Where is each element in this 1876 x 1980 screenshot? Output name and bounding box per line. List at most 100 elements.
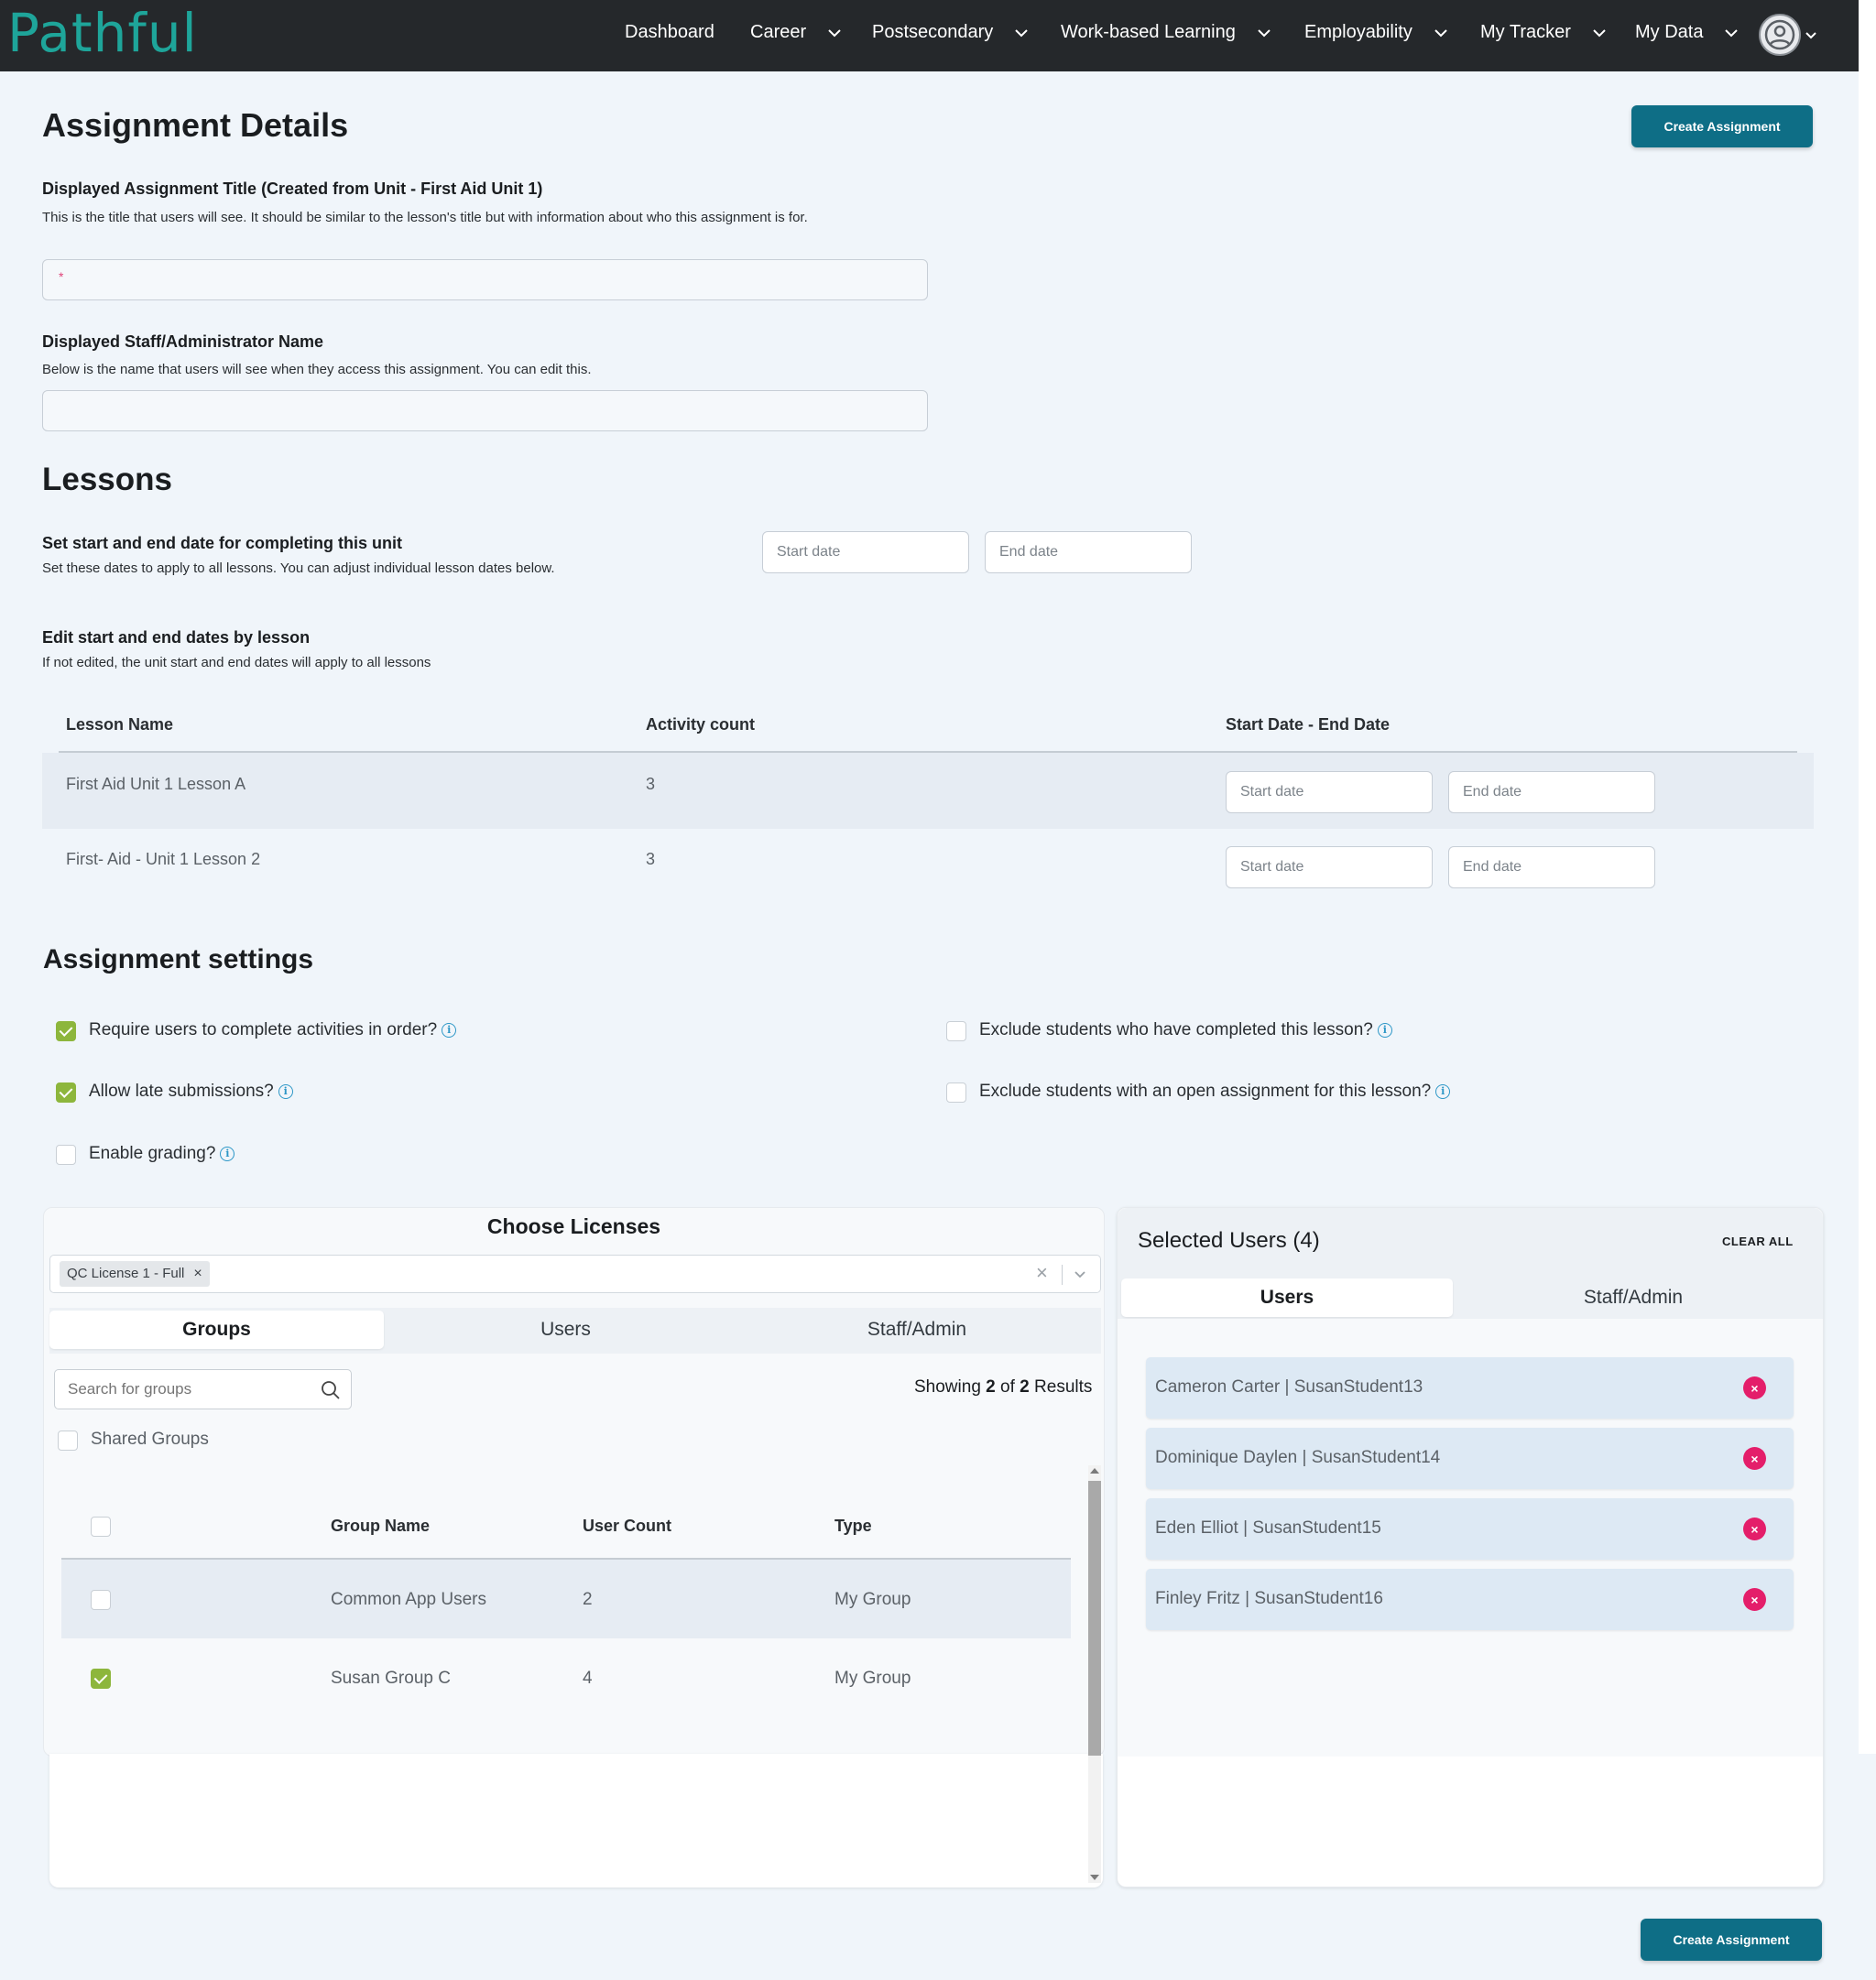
chevron-down-icon (1593, 28, 1606, 37)
selected-user-name: Finley Fritz | SusanStudent16 (1155, 1589, 1383, 1608)
user-avatar[interactable] (1759, 14, 1801, 56)
col-start-end-date: Start Date - End Date (1226, 715, 1391, 734)
shared-groups-checkbox[interactable] (58, 1431, 78, 1451)
clear-select-icon[interactable]: × (1036, 1261, 1048, 1285)
license-chip-label: QC License 1 - Full (67, 1266, 185, 1281)
lesson-end-date-input[interactable]: End date (1448, 846, 1655, 888)
edit-lesson-dates-helper: If not edited, the unit start and end da… (42, 655, 431, 670)
lesson-activity-count: 3 (646, 850, 656, 868)
unit-start-date-input[interactable]: Start date (762, 531, 969, 573)
selected-user-name: Eden Elliot | SusanStudent15 (1155, 1518, 1381, 1538)
info-icon[interactable]: i (1377, 1023, 1392, 1038)
scroll-down-arrow-icon[interactable] (1090, 1875, 1099, 1880)
nav-postsecondary-label: Postsecondary (872, 22, 994, 42)
group-type: My Group (834, 1590, 911, 1609)
results-total-value: 2 (1020, 1377, 1030, 1397)
results-of: of (1000, 1377, 1015, 1397)
lesson-end-date-input[interactable]: End date (1448, 771, 1655, 813)
chevron-down-icon[interactable] (1073, 1267, 1087, 1282)
chevron-down-icon (1258, 28, 1271, 37)
tab-selected-users[interactable]: Users (1121, 1278, 1453, 1317)
top-navbar: Pathful Dashboard Career Postsecondary W… (0, 0, 1859, 71)
page-title: Assignment Details (42, 106, 349, 144)
tab-selected-staff-admin[interactable]: Staff/Admin (1467, 1278, 1799, 1317)
nav-career[interactable]: Career (750, 22, 843, 43)
group-user-count: 2 (583, 1590, 593, 1609)
nav-employability[interactable]: Employability (1304, 22, 1449, 43)
select-all-groups-checkbox[interactable] (91, 1517, 111, 1537)
nav-my-tracker[interactable]: My Tracker (1480, 22, 1608, 43)
pathful-logo[interactable]: Pathful (7, 0, 198, 71)
group-row-checkbox[interactable] (91, 1669, 111, 1689)
lesson-start-date-input[interactable]: Start date (1226, 771, 1433, 813)
staff-name-input[interactable] (42, 390, 928, 431)
selected-user-card: Finley Fritz | SusanStudent16 × (1146, 1569, 1794, 1630)
license-select[interactable]: QC License 1 - Full × × (49, 1255, 1101, 1293)
exclude-open-setting: Exclude students with an open assignment… (979, 1082, 1451, 1102)
col-user-count: User Count (583, 1517, 672, 1535)
group-type: My Group (834, 1669, 911, 1688)
tab-staff-admin[interactable]: Staff/Admin (747, 1311, 1086, 1349)
info-icon[interactable]: i (442, 1023, 457, 1038)
results-showing: Showing (914, 1377, 981, 1397)
tab-users[interactable]: Users (398, 1311, 733, 1349)
nav-postsecondary[interactable]: Postsecondary (872, 22, 1030, 43)
chevron-down-icon (1434, 28, 1447, 37)
nav-my-tracker-label: My Tracker (1480, 22, 1571, 42)
group-search-box[interactable] (54, 1369, 352, 1409)
avatar-chevron-down-icon[interactable] (1805, 28, 1817, 41)
chevron-down-icon (828, 28, 841, 37)
selected-user-card: Cameron Carter | SusanStudent13 × (1146, 1357, 1794, 1419)
chevron-down-icon (1725, 28, 1739, 37)
nav-my-data[interactable]: My Data (1635, 22, 1740, 43)
enable-grading-checkbox[interactable] (56, 1145, 76, 1165)
info-icon[interactable]: i (220, 1147, 235, 1161)
exclude-open-checkbox[interactable] (946, 1082, 966, 1103)
lesson-name: First- Aid - Unit 1 Lesson 2 (66, 850, 261, 868)
nav-dashboard-label: Dashboard (625, 22, 714, 42)
search-icon[interactable] (321, 1380, 341, 1400)
lesson-start-date-input[interactable]: Start date (1226, 846, 1433, 888)
info-icon[interactable]: i (278, 1084, 293, 1099)
remove-user-icon[interactable]: × (1743, 1518, 1766, 1540)
exclude-completed-label: Exclude students who have completed this… (979, 1020, 1373, 1039)
group-row-checkbox[interactable] (91, 1590, 111, 1610)
col-group-name: Group Name (331, 1517, 431, 1535)
nav-employability-label: Employability (1304, 22, 1412, 42)
require-order-checkbox[interactable] (56, 1021, 76, 1041)
nav-work-based-learning-label: Work-based Learning (1061, 22, 1236, 42)
exclude-open-label: Exclude students with an open assignment… (979, 1082, 1432, 1101)
tab-groups[interactable]: Groups (49, 1311, 384, 1349)
groups-scrollbar-thumb[interactable] (1088, 1481, 1101, 1756)
assignment-title-label: Displayed Assignment Title (Created from… (42, 180, 543, 198)
chip-remove-icon[interactable]: × (193, 1261, 202, 1287)
assignment-title-input[interactable]: * (42, 259, 928, 300)
allow-late-label: Allow late submissions? (89, 1082, 274, 1101)
require-order-setting: Require users to complete activities in … (89, 1020, 457, 1040)
clear-all-button[interactable]: CLEAR ALL (1722, 1235, 1794, 1248)
assignment-settings-heading: Assignment settings (43, 944, 314, 974)
remove-user-icon[interactable]: × (1743, 1376, 1766, 1399)
col-type: Type (834, 1517, 872, 1535)
table-row (61, 1560, 1071, 1638)
info-icon[interactable]: i (1435, 1084, 1451, 1099)
unit-end-date-input[interactable]: End date (985, 531, 1192, 573)
group-name: Susan Group C (331, 1669, 451, 1688)
exclude-completed-checkbox[interactable] (946, 1021, 966, 1041)
group-search-input[interactable] (68, 1379, 306, 1399)
remove-user-icon[interactable]: × (1743, 1447, 1766, 1470)
nav-dashboard[interactable]: Dashboard (625, 22, 714, 43)
allow-late-checkbox[interactable] (56, 1082, 76, 1103)
scroll-up-arrow-icon[interactable] (1090, 1468, 1099, 1474)
results-suffix: Results (1034, 1377, 1093, 1397)
remove-user-icon[interactable]: × (1743, 1588, 1766, 1611)
nav-work-based-learning[interactable]: Work-based Learning (1061, 22, 1272, 43)
selected-user-name: Cameron Carter | SusanStudent13 (1155, 1377, 1423, 1397)
create-assignment-button-top[interactable]: Create Assignment (1631, 105, 1813, 147)
selected-users-title: Selected Users (4) (1138, 1228, 1320, 1253)
selected-user-card: Eden Elliot | SusanStudent15 × (1146, 1498, 1794, 1560)
create-assignment-button-bottom[interactable]: Create Assignment (1641, 1919, 1822, 1961)
lesson-activity-count: 3 (646, 775, 656, 793)
col-activity-count: Activity count (646, 715, 756, 734)
staff-name-helper: Below is the name that users will see wh… (42, 362, 592, 377)
